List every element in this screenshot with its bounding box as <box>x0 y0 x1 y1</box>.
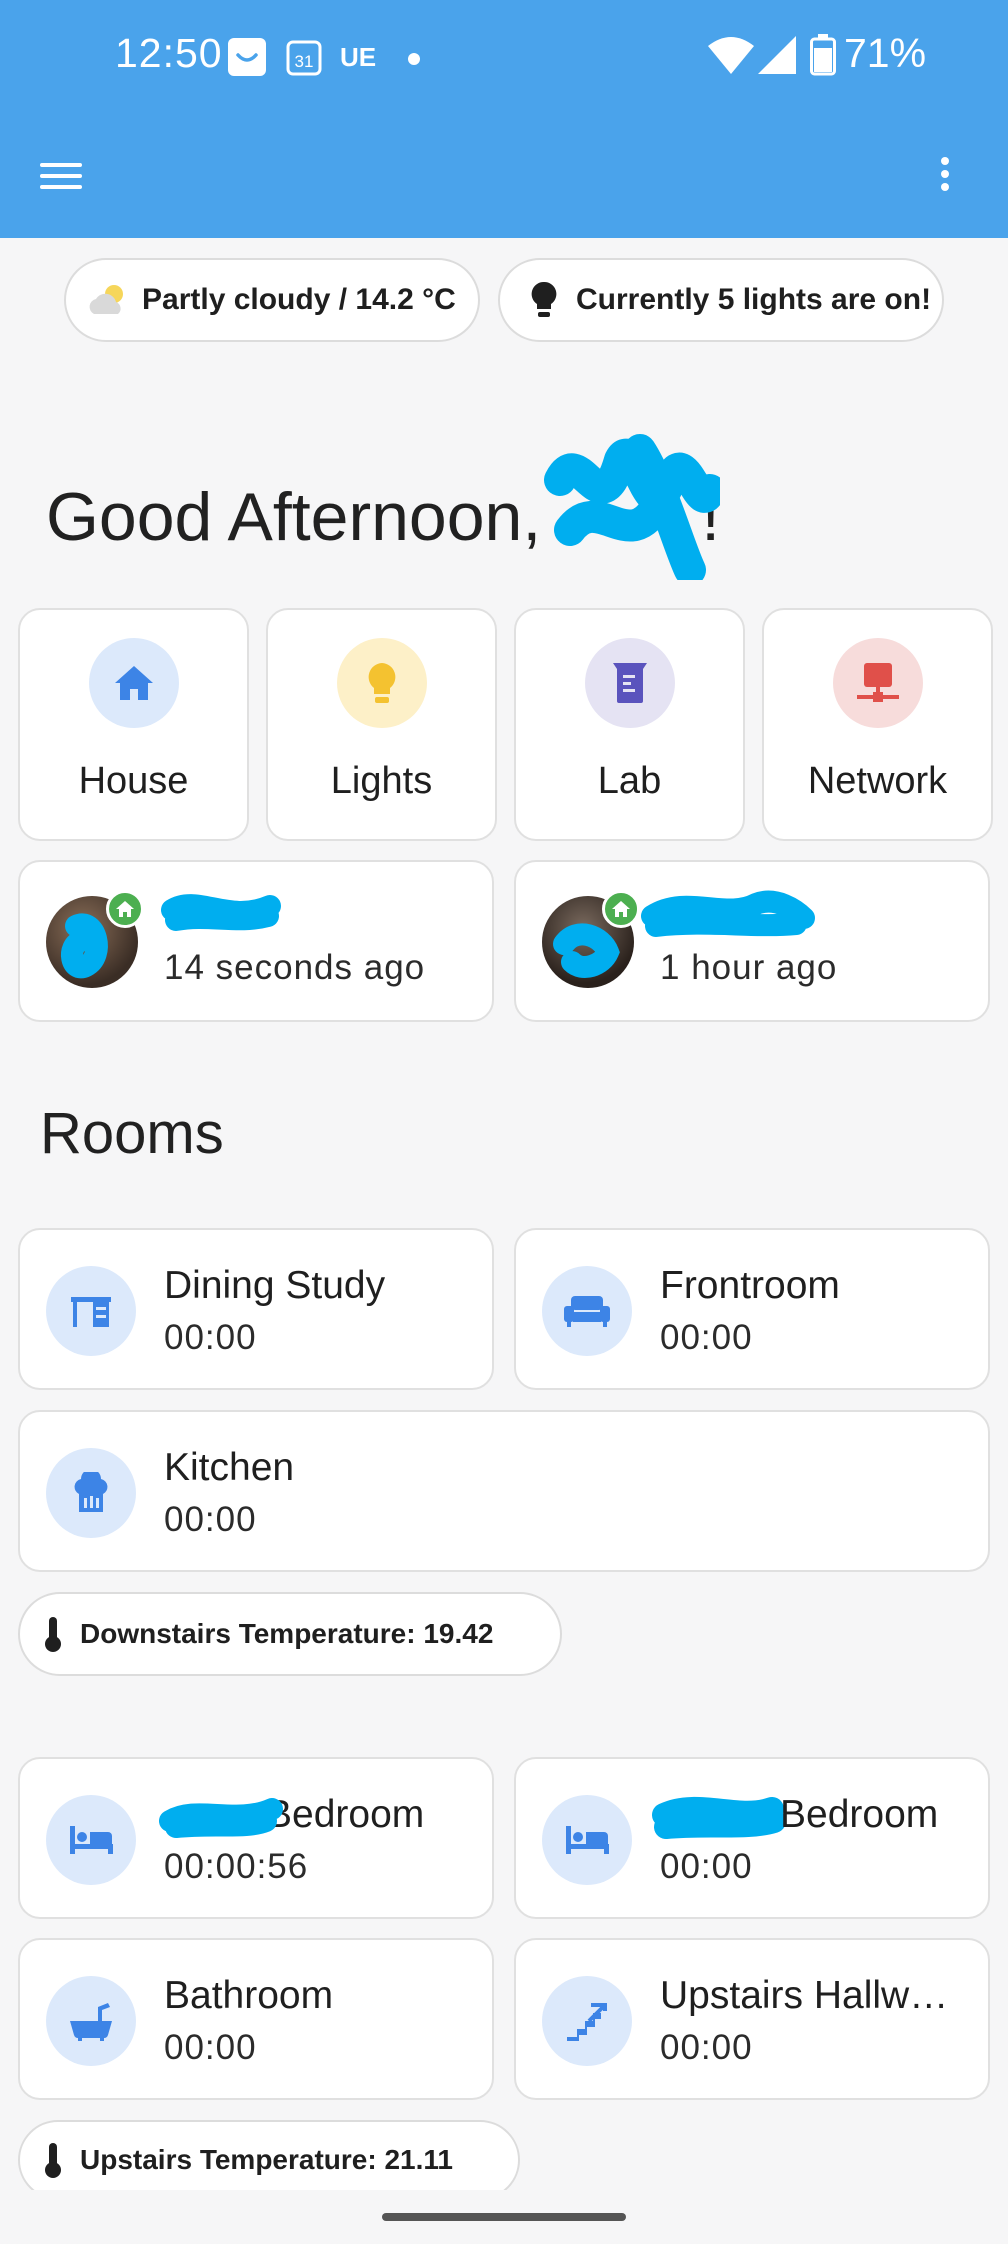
room-value: 00:00 <box>660 1318 753 1357</box>
redaction-scribble <box>544 434 720 580</box>
wifi-icon <box>708 36 754 81</box>
room-card-dining-study[interactable]: Dining Study 00:00 <box>18 1228 494 1390</box>
stairs-icon <box>542 1976 632 2066</box>
redaction-scribble <box>159 1798 283 1838</box>
bath-icon <box>46 1976 136 2066</box>
room-name: Kitchen <box>164 1446 295 1489</box>
nav-card-lab[interactable]: Lab <box>514 608 745 841</box>
weather-text: Partly cloudy / 14.2 °C <box>142 283 456 316</box>
person-card[interactable]: 14 seconds ago <box>18 860 494 1022</box>
room-card-bedroom-1[interactable]: Bedroom 00:00:56 <box>18 1757 494 1919</box>
last-seen-text: 1 hour ago <box>660 948 838 987</box>
bed-icon <box>542 1795 632 1885</box>
home-icon <box>602 890 640 928</box>
person-card[interactable]: 1 hour ago <box>514 860 990 1022</box>
room-name: Bathroom <box>164 1974 334 2017</box>
desk-icon <box>46 1266 136 1356</box>
menu-icon[interactable] <box>40 156 86 196</box>
room-card-kitchen[interactable]: Kitchen 00:00 <box>18 1410 990 1572</box>
upstairs-temperature-chip[interactable]: Upstairs Temperature: 21.11 <box>18 2120 520 2200</box>
room-card-frontroom[interactable]: Frontroom 00:00 <box>514 1228 990 1390</box>
battery-icon <box>810 34 836 81</box>
nav-label: Lights <box>330 760 433 802</box>
nav-card-house[interactable]: House <box>18 608 249 841</box>
cell-signal-icon <box>758 36 796 81</box>
downstairs-temperature-text: Downstairs Temperature: 19.42 <box>80 1618 494 1649</box>
room-value: 00:00 <box>164 1318 257 1357</box>
downstairs-temperature-chip[interactable]: Downstairs Temperature: 19.42 <box>18 1592 562 1676</box>
status-bar: 12:50 31 UE 71% <box>0 0 1008 116</box>
room-card-bedroom-2[interactable]: Bedroom 00:00 <box>514 1757 990 1919</box>
room-value: 00:00 <box>660 2028 753 2067</box>
dot-icon <box>408 52 420 70</box>
room-name: Bedroom <box>266 1793 425 1836</box>
lights-text: Currently 5 lights are on! <box>576 283 932 316</box>
room-card-bathroom[interactable]: Bathroom 00:00 <box>18 1938 494 2100</box>
notification-app-icon <box>228 38 266 81</box>
sofa-icon <box>542 1266 632 1356</box>
redaction-scribble <box>161 894 281 931</box>
redaction-scribble <box>641 890 815 937</box>
svg-text:31: 31 <box>295 52 314 71</box>
status-time: 12:50 <box>115 30 223 76</box>
room-name: Bedroom <box>780 1793 939 1836</box>
nav-label: Lab <box>597 760 662 802</box>
network-icon <box>832 638 923 728</box>
carrier-text: UE <box>340 42 377 72</box>
last-seen-text: 14 seconds ago <box>164 948 426 987</box>
room-card-upstairs-hallway[interactable]: Upstairs Hallw… 00:00 <box>514 1938 990 2100</box>
chef-hat-icon <box>46 1448 136 1538</box>
bed-icon <box>46 1795 136 1885</box>
greeting-text: Good Afternoon, <box>46 479 542 555</box>
app-bar: 12:50 31 UE 71% <box>0 0 1008 238</box>
nav-label: Network <box>807 760 948 802</box>
room-value: 00:00:56 <box>164 1847 309 1886</box>
room-value: 00:00 <box>164 2028 257 2067</box>
rooms-heading: Rooms <box>40 1101 224 1166</box>
nav-card-network[interactable]: Network <box>762 608 993 841</box>
nav-label: House <box>78 760 189 802</box>
home-indicator[interactable] <box>382 2213 626 2221</box>
room-name: Dining Study <box>164 1264 386 1307</box>
beaker-icon <box>584 638 675 728</box>
more-options-icon[interactable] <box>930 152 960 200</box>
nav-card-lights[interactable]: Lights <box>266 608 497 841</box>
home-icon <box>88 638 179 728</box>
calendar-icon: 31 <box>286 38 322 81</box>
redaction-scribble <box>652 1796 786 1839</box>
thermometer-icon <box>42 1612 64 1656</box>
room-name: Frontroom <box>660 1264 840 1307</box>
partly-cloudy-icon <box>86 278 130 322</box>
battery-percent: 71% <box>844 30 927 76</box>
lights-chip[interactable]: Currently 5 lights are on! <box>498 258 944 342</box>
lightbulb-icon <box>522 278 566 322</box>
weather-chip[interactable]: Partly cloudy / 14.2 °C <box>64 258 480 342</box>
room-name: Upstairs Hallw… <box>660 1974 949 2017</box>
home-icon <box>106 890 144 928</box>
thermometer-icon <box>42 2138 64 2182</box>
upstairs-temperature-text: Upstairs Temperature: 21.11 <box>80 2144 453 2175</box>
room-value: 00:00 <box>660 1847 753 1886</box>
lightbulb-icon <box>336 638 427 728</box>
room-value: 00:00 <box>164 1500 257 1539</box>
